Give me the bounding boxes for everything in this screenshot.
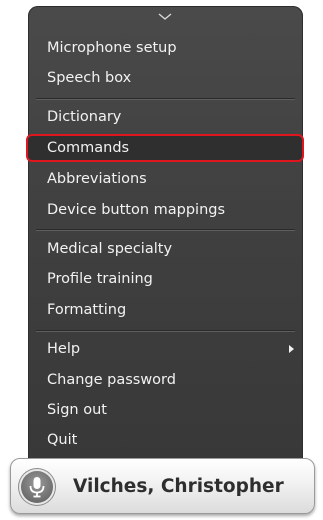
menu-item-help-label: Help: [47, 341, 81, 357]
menu-divider: [36, 98, 295, 100]
microphone-button[interactable]: [19, 469, 55, 505]
menu-item-dictionary[interactable]: Dictionary: [28, 103, 303, 131]
menu-item-change-password[interactable]: Change password: [28, 366, 303, 394]
menu-item-microphone-setup[interactable]: Microphone setup: [28, 34, 303, 62]
menu-item-device-button-mappings[interactable]: Device button mappings: [28, 196, 303, 224]
microphone-icon: [29, 477, 45, 498]
menu-item-sign-out[interactable]: Sign out: [28, 396, 303, 424]
menu-item-formatting[interactable]: Formatting: [28, 296, 303, 324]
menu-item-abbreviations[interactable]: Abbreviations: [28, 165, 303, 193]
chevron-down-icon[interactable]: [158, 13, 172, 21]
menu-item-quit[interactable]: Quit: [28, 426, 303, 454]
user-name: Vilches, Christopher: [73, 476, 284, 497]
menu-item-profile-training[interactable]: Profile training: [28, 265, 303, 293]
menu-item-help[interactable]: Help: [28, 335, 303, 363]
menu-item-medical-specialty[interactable]: Medical specialty: [28, 235, 303, 263]
menu-divider: [36, 330, 295, 332]
submenu-arrow-icon: [289, 345, 294, 353]
menu-item-commands[interactable]: Commands: [26, 134, 304, 162]
user-bar[interactable]: Vilches, Christopher: [10, 458, 315, 514]
menu-item-speech-box[interactable]: Speech box: [28, 64, 303, 92]
menu-divider: [36, 229, 295, 231]
context-menu: Microphone setup Speech box Dictionary C…: [26, 6, 304, 468]
